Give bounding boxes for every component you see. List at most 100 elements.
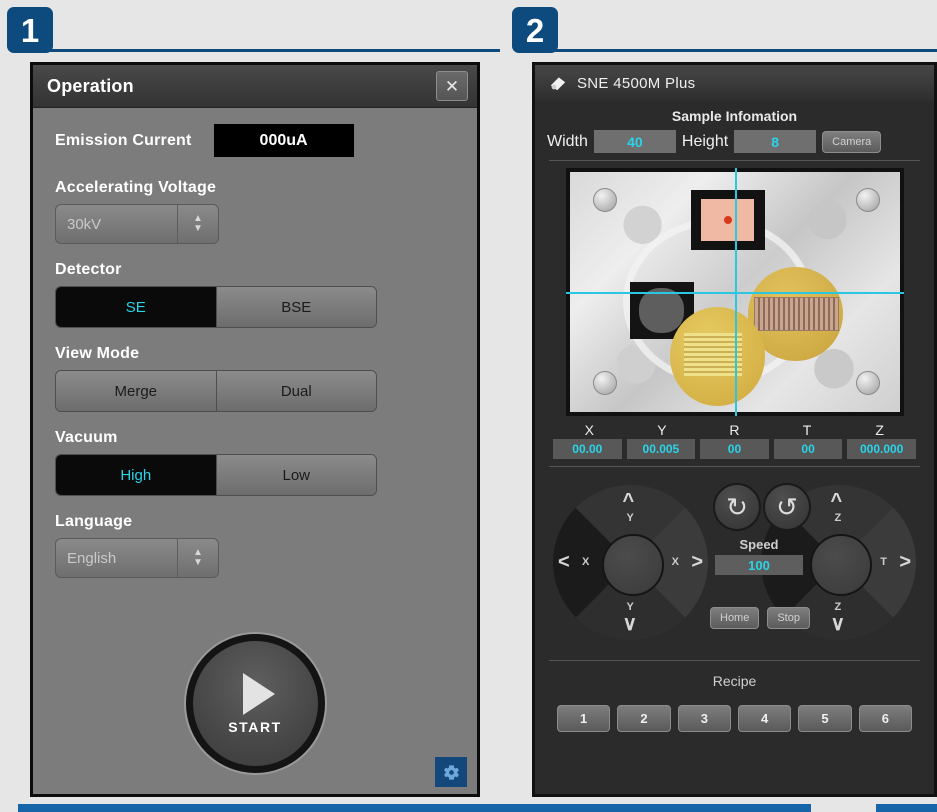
view-mode-toggle: Merge Dual <box>55 370 377 412</box>
step-badge-1-label: 1 <box>20 11 40 49</box>
jog-control-section: ^ ∨ < > Y Y X X ^ ∨ < > Z Z T T <box>547 475 922 653</box>
start-button[interactable]: START <box>185 634 325 773</box>
emission-current-label: Emission Current <box>55 131 192 149</box>
language-label: Language <box>55 513 133 530</box>
recipe-button-4[interactable]: 4 <box>737 705 792 732</box>
camera-button[interactable]: Camera <box>822 130 882 153</box>
jog-up-icon[interactable]: ^ <box>623 491 635 511</box>
rotate-cw-icon[interactable]: ↻ <box>713 483 761 531</box>
coord-header-x: X <box>584 422 594 438</box>
chevron-up-icon[interactable]: ▲ <box>193 548 203 558</box>
jog-right-icon[interactable]: > <box>691 552 703 572</box>
close-icon[interactable]: ✕ <box>436 71 468 101</box>
jog-down-icon[interactable]: ∨ <box>623 614 638 634</box>
sample-information-section: Sample Infomation Width 40 Height 8 Came… <box>535 101 934 732</box>
language-group: Language English ▲ ▼ <box>55 513 455 578</box>
stage-bolt <box>856 187 881 212</box>
jog-down-icon[interactable]: ∨ <box>831 614 846 634</box>
recipe-button-3[interactable]: 3 <box>677 705 731 732</box>
coord-header-r: R <box>729 422 740 438</box>
operation-dialog-titlebar: Operation ✕ <box>33 65 477 108</box>
language-arrows[interactable]: ▲ ▼ <box>177 539 218 577</box>
coord-value-y[interactable]: 00.005 <box>626 439 696 459</box>
jog-left-icon[interactable]: < <box>558 552 570 572</box>
home-stop-buttons: Home Stop <box>710 607 810 629</box>
target-center-dot <box>723 216 732 225</box>
chevron-down-icon[interactable]: ▼ <box>193 558 203 568</box>
accelerating-voltage-stepper[interactable]: 30kV ▲ ▼ <box>55 204 219 244</box>
zt-pad-axis-up: Z <box>834 512 842 524</box>
detector-option-bse[interactable]: BSE <box>215 287 376 327</box>
play-icon <box>242 672 275 715</box>
xy-jog-pad[interactable]: ^ ∨ < > Y Y X X <box>553 485 708 640</box>
sem-device-panel: SNE 4500M Plus Sample Infomation Width 4… <box>532 62 937 797</box>
xy-pad-axis-left: X <box>582 555 590 568</box>
vacuum-label: Vacuum <box>55 429 118 446</box>
jog-right-icon[interactable]: > <box>899 552 911 572</box>
xy-pad-axis-down: Y <box>626 601 634 613</box>
coordinate-values: 00.00 00.005 00 00 000.000 <box>553 439 916 459</box>
operation-dialog: Operation ✕ Emission Current 000uA Accel… <box>30 62 480 797</box>
coord-value-t[interactable]: 00 <box>773 439 843 459</box>
view-mode-option-merge[interactable]: Merge <box>56 371 216 411</box>
crosshair-horizontal <box>565 292 904 294</box>
jog-up-icon[interactable]: ^ <box>831 491 843 511</box>
sem-device-title: SNE 4500M Plus <box>577 74 696 92</box>
stop-button[interactable]: Stop <box>767 607 810 629</box>
recipe-buttons: 1 2 3 4 5 6 <box>547 705 922 732</box>
speed-control: Speed 100 <box>715 537 803 575</box>
zt-jog-hub[interactable] <box>809 533 872 596</box>
coord-value-z[interactable]: 000.000 <box>847 439 916 459</box>
step-badge-1: 1 <box>7 7 53 53</box>
emission-current-row: Emission Current 000uA <box>55 124 455 157</box>
vacuum-toggle: High Low <box>55 454 377 496</box>
accelerating-voltage-arrows[interactable]: ▲ ▼ <box>177 205 218 243</box>
xy-pad-axis-up: Y <box>626 512 634 524</box>
sample-dimensions-row: Width 40 Height 8 Camera <box>547 130 922 153</box>
gear-icon[interactable] <box>435 757 467 787</box>
vacuum-option-low[interactable]: Low <box>215 455 376 495</box>
recipe-button-5[interactable]: 5 <box>798 705 852 732</box>
step-divider-1 <box>46 49 500 52</box>
coord-value-r[interactable]: 00 <box>700 439 769 459</box>
speed-label: Speed <box>739 537 779 552</box>
chevron-down-icon[interactable]: ▼ <box>193 224 203 234</box>
xy-jog-hub[interactable] <box>601 533 664 596</box>
step-badge-2-label: 2 <box>525 11 545 49</box>
step-badge-2: 2 <box>512 7 558 53</box>
section-divider <box>549 160 920 161</box>
operation-dialog-body: Emission Current 000uA Accelerating Volt… <box>33 108 477 795</box>
accelerating-voltage-group: Accelerating Voltage 30kV ▲ ▼ <box>55 179 455 244</box>
detector-toggle: SE BSE <box>55 286 377 328</box>
coord-value-x[interactable]: 00.00 <box>553 439 622 459</box>
stage-bolt <box>592 187 617 212</box>
accelerating-voltage-value[interactable]: 30kV <box>56 205 177 243</box>
language-value[interactable]: English <box>56 539 177 577</box>
step-divider-2 <box>551 49 937 52</box>
recipe-button-2[interactable]: 2 <box>617 705 671 732</box>
rotate-ccw-icon[interactable]: ↺ <box>763 483 811 531</box>
stage-target-marker <box>690 190 765 250</box>
sample-height-field[interactable]: 8 <box>734 130 817 153</box>
language-stepper[interactable]: English ▲ ▼ <box>55 538 219 578</box>
detector-group: Detector SE BSE <box>55 261 455 328</box>
chevron-up-icon[interactable]: ▲ <box>193 214 203 224</box>
detector-option-se[interactable]: SE <box>56 287 216 327</box>
view-mode-label: View Mode <box>55 345 140 362</box>
vacuum-option-high[interactable]: High <box>56 455 216 495</box>
sample-stage-image[interactable] <box>565 168 904 416</box>
stage-bolt <box>592 371 617 396</box>
coordinate-headers: X Y R T Z <box>553 422 916 438</box>
sample-height-label: Height <box>681 132 729 150</box>
recipe-button-6[interactable]: 6 <box>858 705 912 732</box>
coord-header-y: Y <box>657 422 667 438</box>
sample-width-field[interactable]: 40 <box>593 130 676 153</box>
recipe-button-1[interactable]: 1 <box>557 705 611 732</box>
vacuum-group: Vacuum High Low <box>55 429 455 496</box>
view-mode-group: View Mode Merge Dual <box>55 345 455 412</box>
bottom-accent-bar-left <box>18 804 811 812</box>
bottom-accent-bar-right <box>876 804 937 812</box>
home-button[interactable]: Home <box>710 607 760 629</box>
speed-value[interactable]: 100 <box>715 555 803 575</box>
view-mode-option-dual[interactable]: Dual <box>215 371 376 411</box>
